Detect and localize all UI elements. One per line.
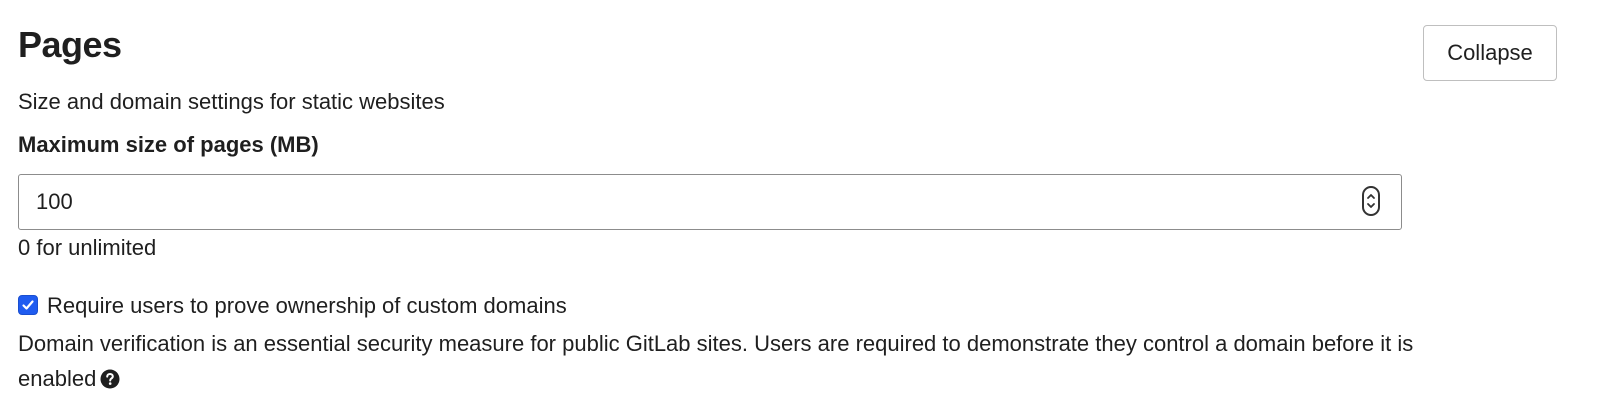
domain-verification-checkbox[interactable] [18, 295, 38, 315]
max-size-help-text: 0 for unlimited [18, 235, 157, 260]
max-size-label: Maximum size of pages (MB) [18, 132, 319, 157]
page-title: Pages [18, 24, 122, 65]
section-description: Size and domain settings for static webs… [18, 89, 445, 114]
domain-verification-label[interactable]: Require users to prove ownership of cust… [47, 292, 567, 320]
pages-settings-section: Pages Collapse Size and domain settings … [18, 0, 1578, 410]
domain-verification-help-text: Domain verification is an essential secu… [18, 331, 1414, 391]
collapse-button[interactable]: Collapse [1423, 25, 1557, 81]
number-stepper-icon[interactable] [1362, 186, 1380, 216]
question-circle-icon[interactable] [100, 364, 120, 389]
max-size-input-wrapper [18, 174, 1402, 230]
max-size-input[interactable] [19, 175, 1339, 229]
domain-verification-help: Domain verification is an essential secu… [18, 326, 1418, 396]
checkmark-icon [22, 300, 34, 310]
